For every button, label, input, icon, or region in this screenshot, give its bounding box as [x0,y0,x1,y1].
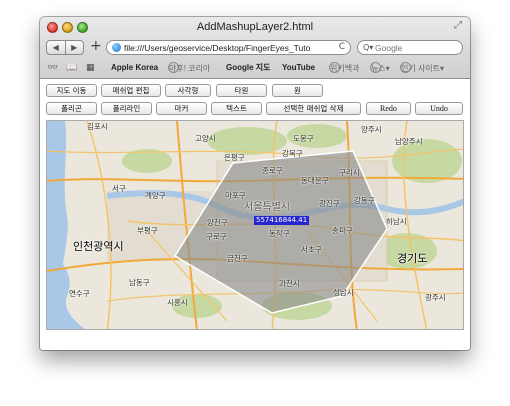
reload-icon[interactable]: C [339,41,345,54]
search-icon[interactable]: Q▾ [363,41,373,54]
map-label: 남양주시 [395,137,423,146]
grid-icon[interactable]: ▦ [86,62,95,74]
polyline-button[interactable]: 폴리라인 [101,102,152,115]
edit-mashup-button[interactable]: 매쉬업 편집 [101,84,161,97]
delete-selected-mashup-button[interactable]: 선택한 매쉬업 삭제 [266,102,361,115]
address-bar[interactable]: file:///Users/geoservice/Desktop/FingerE… [106,40,351,55]
map-label: 시흥시 [167,298,188,307]
map-label: 서초구 [301,245,322,254]
map-label: 강북구 [282,149,303,158]
map-label: 마포구 [225,191,246,200]
map-label: 양천구 [207,218,228,227]
window-chrome: AddMashupLayer2.html ⤢ ◀ ▶ + file:///Use… [40,17,470,79]
area-measurement-label: 557416844.41 [254,216,310,225]
search-input[interactable] [375,42,459,53]
back-button[interactable]: ◀ [47,41,66,54]
book-icon[interactable]: 📖 [66,62,77,74]
map-label: 과천시 [279,279,300,288]
circle-button[interactable]: 원 [272,84,323,97]
new-tab-button[interactable]: + [90,39,102,54]
bookmark-news[interactable]: 뉴스▾ [370,62,390,73]
map-label: 연수구 [69,289,90,298]
map-label: 하남시 [386,217,407,226]
map-label: 강동구 [354,196,375,205]
forward-button[interactable]: ▶ [66,41,84,54]
bookmark-youtube[interactable]: YouTube [282,62,315,74]
browser-toolbar: ◀ ▶ + file:///Users/geoservice/Desktop/F… [40,38,470,58]
bookmark-yahoo-korea[interactable]: 야후! 코리아 [168,62,210,73]
map-label: 부평구 [137,226,158,235]
bookmark-google-maps[interactable]: Google 지도 [226,62,271,74]
map-label: 성남시 [333,288,354,297]
ellipse-button[interactable]: 타원 [216,84,267,97]
map-label: 광진구 [319,199,340,208]
marker-button[interactable]: 마커 [156,102,207,115]
map-label: 남동구 [129,278,150,287]
page-content: 지도 이동 매쉬업 편집 사각형 타원 원 폴리곤 폴리라인 마커 텍스트 선택… [40,79,470,350]
map-label: 계양구 [145,191,166,200]
back-forward-control: ◀ ▶ [46,40,84,55]
undo-button[interactable]: Undo [415,102,463,115]
map-label: 광주시 [425,293,446,302]
map-label: 동작구 [269,229,290,238]
map-label: 서구 [112,184,126,193]
map-label: 도봉구 [293,134,314,143]
rectangle-button[interactable]: 사각형 [165,84,211,97]
map-label: 송파구 [332,226,353,235]
globe-icon [112,43,121,52]
map-label: 종로구 [262,166,283,175]
map-view[interactable]: 김포시 고양시 도봉구 양주시 남양주시 은평구 강북구 종로구 동대문구 구리… [46,120,464,330]
bookmark-popular-sites[interactable]: 인기 사이트▾ [400,62,444,73]
map-label: 인천광역시 [73,240,124,253]
map-label: 고양시 [195,134,216,143]
map-label: 동대문구 [301,176,329,185]
map-label: 은평구 [224,153,245,162]
window-title: AddMashupLayer2.html [196,21,314,33]
map-label: 양주시 [361,125,382,134]
polygon-button[interactable]: 폴리곤 [46,102,97,115]
browser-window: AddMashupLayer2.html ⤢ ◀ ▶ + file:///Use… [40,17,470,350]
text-button[interactable]: 텍스트 [211,102,262,115]
bookmark-wikipedia[interactable]: 위키백과 [329,62,359,73]
map-label: 구리시 [339,168,360,177]
search-box[interactable]: Q▾ [357,40,463,55]
glasses-icon[interactable]: 👓 [47,62,58,74]
fullscreen-icon[interactable]: ⤢ [454,21,464,31]
map-label: 김포시 [87,122,108,131]
bookmarks-bar: 👓 📖 ▦ Apple Korea 야후! 코리아 Google 지도 YouT… [40,59,470,77]
map-label: 경기도 [397,252,428,265]
map-label: 구로구 [206,232,227,241]
redo-button[interactable]: Redo [366,102,411,115]
address-text: file:///Users/geoservice/Desktop/FingerE… [124,43,311,53]
bookmark-apple-korea[interactable]: Apple Korea [111,62,158,74]
map-label: 금천구 [227,254,248,263]
pan-map-button[interactable]: 지도 이동 [46,84,97,97]
map-label: 서울특별시 [244,202,290,213]
